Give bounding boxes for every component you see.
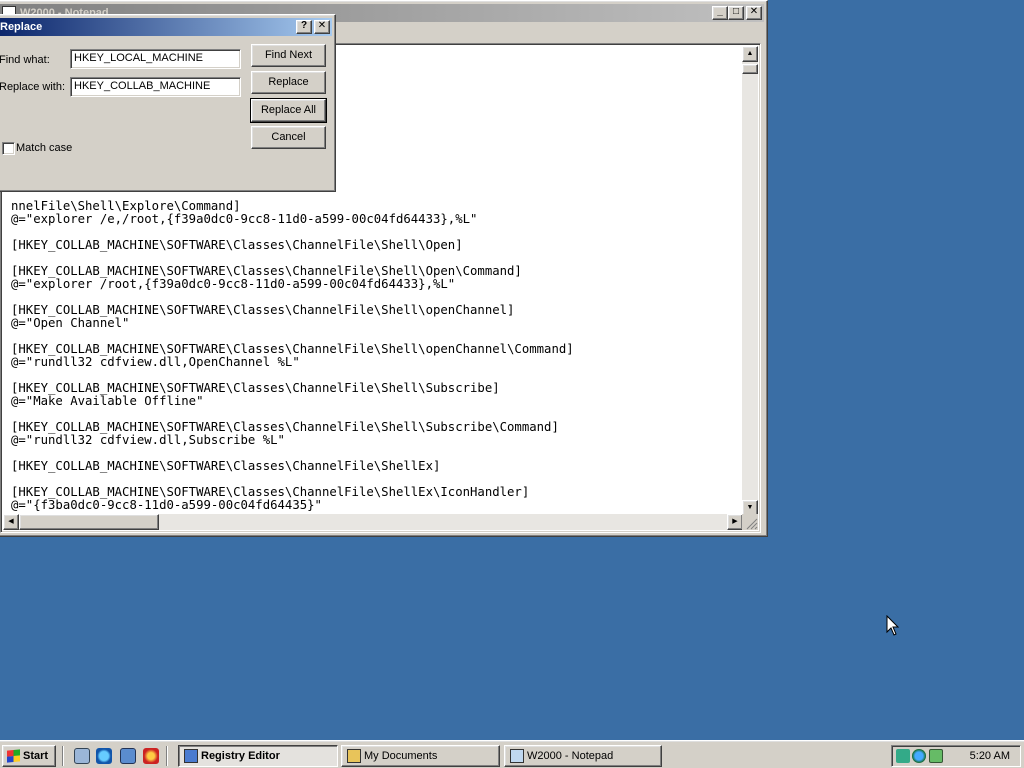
taskbar-separator (62, 746, 64, 766)
replace-with-input[interactable]: HKEY_COLLAB_MACHINE (70, 77, 241, 97)
taskbar-button-2[interactable]: My Documents (341, 745, 500, 767)
find-what-label: Find what: (0, 54, 50, 66)
media-player-icon[interactable] (143, 748, 159, 764)
replace-all-button[interactable]: Replace All (250, 98, 327, 123)
task-label: Registry Editor (201, 750, 280, 762)
mouse-cursor-icon (886, 615, 900, 636)
find-what-input[interactable]: HKEY_LOCAL_MACHINE (70, 49, 241, 69)
cancel-button[interactable]: Cancel (251, 126, 326, 149)
find-next-button[interactable]: Find Next (251, 44, 326, 67)
text-line: [HKEY_COLLAB_MACHINE\SOFTWARE\Classes\Ch… (11, 238, 463, 252)
start-button[interactable]: Start (2, 745, 56, 767)
dialog-close-button[interactable]: ✕ (314, 20, 330, 34)
maximize-button[interactable]: □ (728, 6, 744, 20)
taskbar-button-1[interactable]: Registry Editor (178, 745, 338, 767)
horizontal-scroll-thumb[interactable] (19, 514, 159, 530)
text-line: @="Open Channel" (11, 316, 130, 330)
horizontal-scrollbar[interactable]: ◀ ▶ (3, 514, 743, 530)
show-desktop-icon[interactable] (74, 748, 90, 764)
scroll-left-button[interactable]: ◀ (3, 514, 19, 530)
task-label: W2000 - Notepad (527, 750, 614, 762)
globe-icon[interactable] (912, 749, 926, 763)
replace-with-label: Replace with: (0, 81, 66, 93)
resize-grip[interactable] (742, 514, 758, 530)
text-line: @="Make Available Offline" (11, 394, 204, 408)
task-icon (510, 749, 524, 763)
clock[interactable]: 5:20 AM (970, 746, 1010, 766)
text-line: @="rundll32 cdfview.dll,Subscribe %L" (11, 433, 285, 447)
minimize-button[interactable]: _ (712, 6, 728, 20)
match-case-checkbox[interactable] (2, 142, 15, 155)
system-tray: 5:20 AM (891, 745, 1021, 767)
help-button[interactable]: ? (296, 20, 312, 34)
windows-logo-icon (7, 749, 20, 763)
taskbar-separator (166, 746, 168, 766)
internet-explorer-icon[interactable] (96, 748, 112, 764)
scroll-right-button[interactable]: ▶ (727, 514, 743, 530)
task-icon (347, 749, 361, 763)
text-line: @="{f3ba0dc0-9cc8-11d0-a599-00c04fd64435… (11, 498, 322, 512)
text-line: @="explorer /root,{f39a0dc0-9cc8-11d0-a5… (11, 277, 456, 291)
scroll-up-button[interactable]: ▲ (742, 46, 758, 62)
taskbar: Start Registry Editor My Documents W2000 -… (0, 740, 1024, 768)
taskbar-button-3[interactable]: W2000 - Notepad (504, 745, 662, 767)
vertical-scrollbar[interactable]: ▲ ▼ (742, 46, 758, 516)
text-line: @="explorer /e,/root,{f39a0dc0-9cc8-11d0… (11, 212, 478, 226)
text-line: [HKEY_COLLAB_MACHINE\SOFTWARE\Classes\Ch… (11, 459, 441, 473)
replace-titlebar[interactable]: Replace ? ✕ (0, 18, 332, 36)
replace-title: Replace (0, 21, 43, 33)
match-case-label: Match case (16, 142, 73, 154)
replace-dialog: Replace ? ✕ Find what: HKEY_LOCAL_MACHIN… (0, 14, 336, 192)
vertical-scroll-thumb[interactable] (742, 64, 758, 74)
replace-button[interactable]: Replace (251, 71, 326, 94)
text-line: @="rundll32 cdfview.dll,OpenChannel %L" (11, 355, 300, 369)
close-button[interactable]: ✕ (746, 6, 762, 20)
start-label: Start (23, 750, 49, 762)
network-icon[interactable] (896, 749, 910, 763)
display-icon[interactable] (929, 749, 943, 763)
task-icon (184, 749, 198, 763)
outlook-express-icon[interactable] (120, 748, 136, 764)
grip-icon (746, 518, 758, 530)
task-label: My Documents (364, 750, 438, 762)
